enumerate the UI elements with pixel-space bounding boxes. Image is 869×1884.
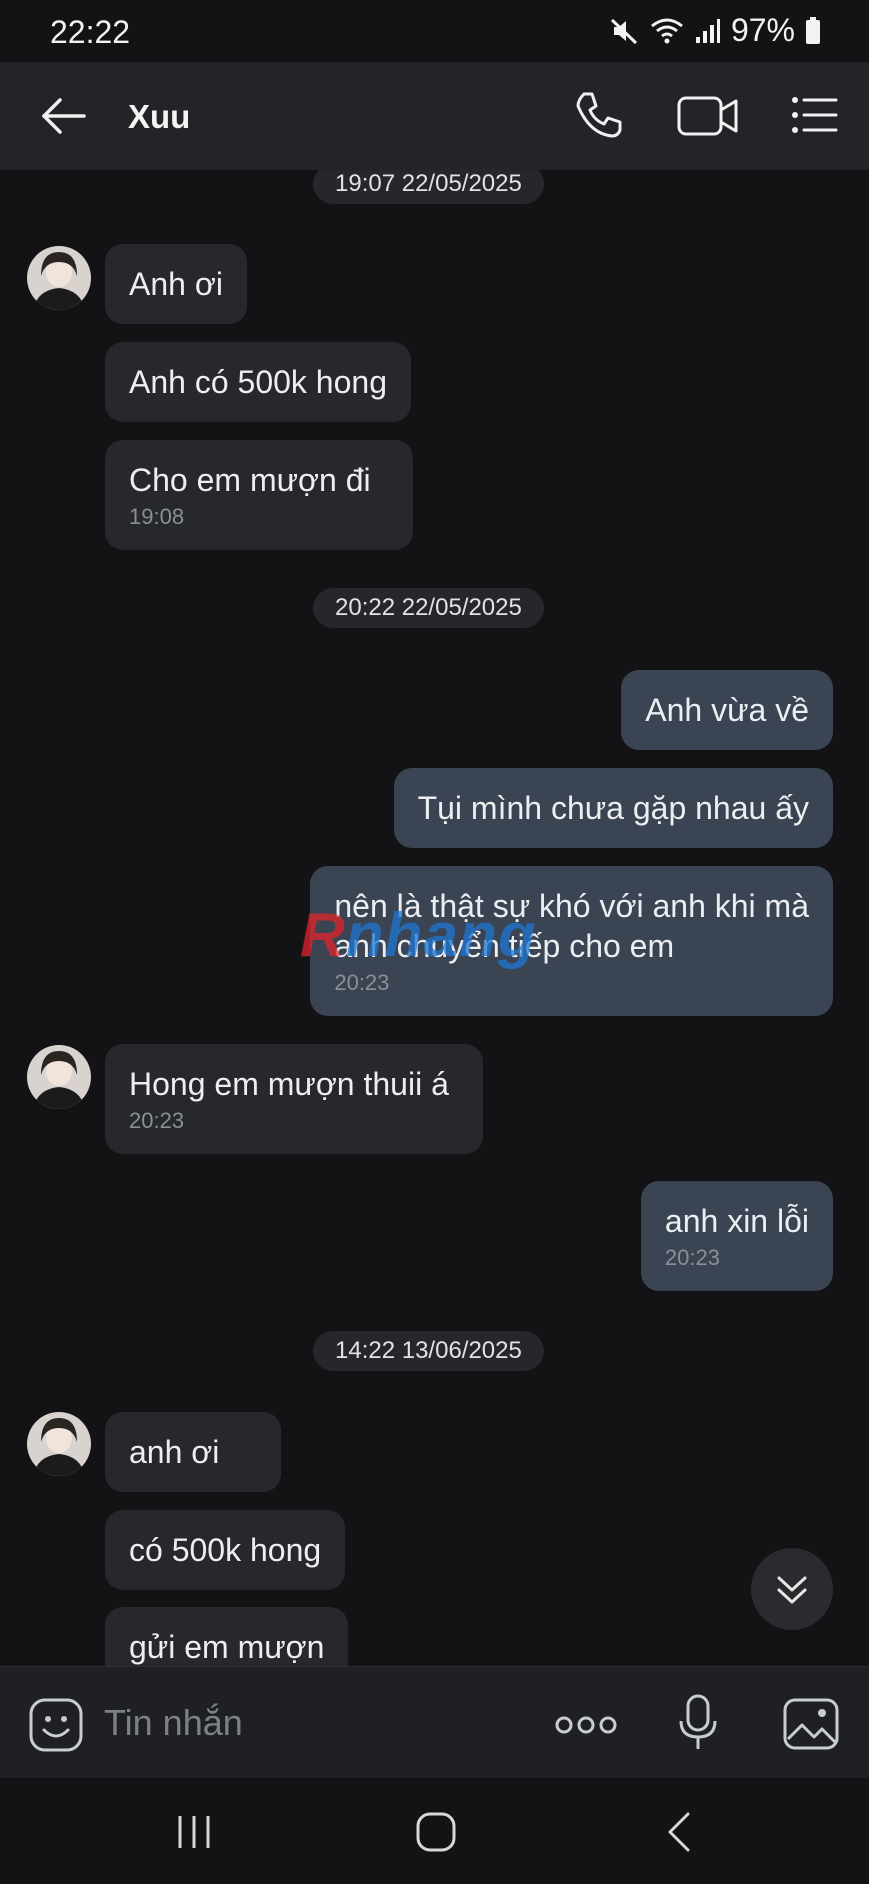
message-time: 20:23	[664, 1245, 720, 1270]
message-text: có 500k hong	[129, 1532, 322, 1568]
microphone-icon[interactable]	[676, 1693, 720, 1753]
home-icon[interactable]	[414, 1810, 458, 1854]
message-bubble-outgoing[interactable]: anh xin lỗi 20:23	[640, 1181, 833, 1291]
date-separator: 14:22 13/06/2025	[313, 1331, 544, 1371]
message-text: anh chuyển tiếp cho em	[334, 928, 675, 964]
message-list[interactable]: 19:07 22/05/2025 Anh ơi Anh có 500k hong…	[0, 170, 869, 1666]
list-menu-icon[interactable]	[790, 90, 840, 140]
message-text: anh xin lỗi	[664, 1203, 809, 1239]
message-time: 20:23	[334, 970, 390, 995]
message-input-bar	[0, 1666, 869, 1778]
contact-name[interactable]: Xuu	[128, 98, 190, 136]
message-text: Tụi mình chưa gặp nhau ấy	[417, 790, 809, 826]
message-text: Anh vừa về	[645, 692, 809, 728]
message-input[interactable]	[104, 1697, 504, 1749]
gallery-icon[interactable]	[782, 1697, 840, 1751]
avatar[interactable]	[27, 1045, 91, 1109]
message-time: 19:08	[129, 504, 185, 529]
message-bubble-incoming[interactable]: Anh có 500k hong	[105, 342, 411, 422]
chat-header: Xuu	[0, 62, 869, 170]
message-text: gửi em mượn	[129, 1629, 325, 1665]
message-bubble-incoming[interactable]: gửi em mượn	[105, 1607, 349, 1666]
emoji-icon[interactable]	[28, 1697, 84, 1753]
video-camera-icon[interactable]	[676, 88, 740, 144]
message-text: Anh có 500k hong	[129, 364, 387, 400]
message-text: Hong em mượn thuii á	[129, 1066, 449, 1102]
avatar[interactable]	[27, 246, 91, 310]
message-time: 20:23	[129, 1108, 185, 1133]
scroll-down-button[interactable]	[751, 1548, 833, 1630]
message-bubble-incoming[interactable]: có 500k hong	[105, 1510, 346, 1590]
nav-back-icon[interactable]	[664, 1810, 694, 1854]
message-bubble-incoming[interactable]: Anh ơi	[105, 244, 247, 324]
back-arrow-icon[interactable]	[38, 90, 90, 142]
phone-icon[interactable]	[570, 88, 626, 144]
message-bubble-outgoing[interactable]: nên là thật sự khó với anh khi mà anh ch…	[310, 866, 833, 1016]
battery-percent: 97%	[730, 12, 795, 48]
recent-apps-icon[interactable]	[172, 1812, 216, 1852]
message-text: Anh ơi	[129, 266, 223, 302]
more-dots-icon[interactable]	[554, 1707, 618, 1743]
message-bubble-outgoing[interactable]: Tụi mình chưa gặp nhau ấy	[393, 768, 833, 848]
status-bar: 22:22 97%	[0, 0, 869, 62]
message-text: Cho em mượn đi	[129, 462, 371, 498]
scroll-down-icon	[777, 1576, 807, 1604]
status-time: 22:22	[50, 14, 131, 50]
message-text: anh ơi	[129, 1434, 220, 1470]
mute-icon	[610, 18, 637, 44]
date-separator: 20:22 22/05/2025	[313, 588, 544, 628]
battery-icon	[806, 16, 820, 44]
status-icons: 97%	[609, 12, 821, 49]
avatar[interactable]	[27, 1412, 91, 1476]
message-bubble-outgoing[interactable]: Anh vừa về	[621, 670, 833, 750]
signal-icon	[695, 18, 720, 43]
message-bubble-incoming[interactable]: Cho em mượn đi 19:08	[105, 440, 413, 550]
system-nav-bar	[0, 1778, 869, 1884]
wifi-icon	[651, 18, 683, 43]
message-bubble-incoming[interactable]: Hong em mượn thuii á 20:23	[105, 1044, 483, 1154]
message-text: nên là thật sự khó với anh khi mà	[334, 888, 809, 924]
message-bubble-incoming[interactable]: anh ơi	[105, 1412, 282, 1492]
date-separator: 19:07 22/05/2025	[313, 170, 544, 204]
